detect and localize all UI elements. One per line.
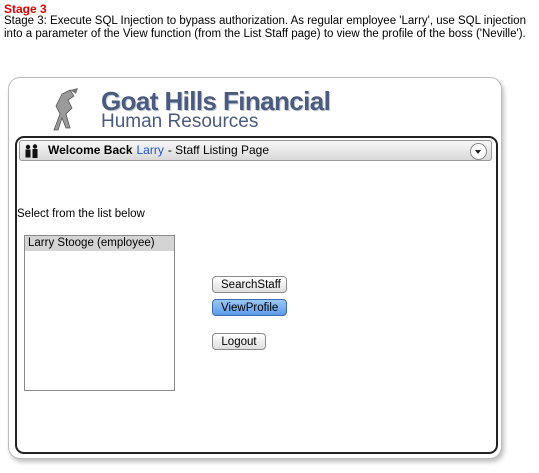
staff-listbox[interactable]: Larry Stooge (employee) <box>24 235 175 391</box>
stage-title: Stage 3 <box>4 2 47 16</box>
chevron-down-icon[interactable] <box>470 143 487 160</box>
search-staff-button[interactable]: SearchStaff <box>212 276 287 293</box>
list-item[interactable]: Larry Stooge (employee) <box>25 236 174 251</box>
select-label: Select from the list below <box>17 208 145 220</box>
logo-subtitle: Human Resources <box>101 111 259 132</box>
goat-logo-icon <box>53 88 78 131</box>
view-profile-button[interactable]: ViewProfile <box>212 299 287 316</box>
panel-titlebar: Welcome Back Larry - Staff Listing Page <box>19 140 492 161</box>
welcome-text: Welcome Back Larry - Staff Listing Page <box>48 141 269 160</box>
page-name: - Staff Listing Page <box>167 143 270 157</box>
logout-button[interactable]: Logout <box>212 333 266 350</box>
stage-description: Stage 3: Execute SQL Injection to bypass… <box>4 15 526 40</box>
user-name-link[interactable]: Larry <box>137 143 164 157</box>
people-icon <box>25 144 38 158</box>
welcome-label: Welcome Back <box>48 143 133 157</box>
